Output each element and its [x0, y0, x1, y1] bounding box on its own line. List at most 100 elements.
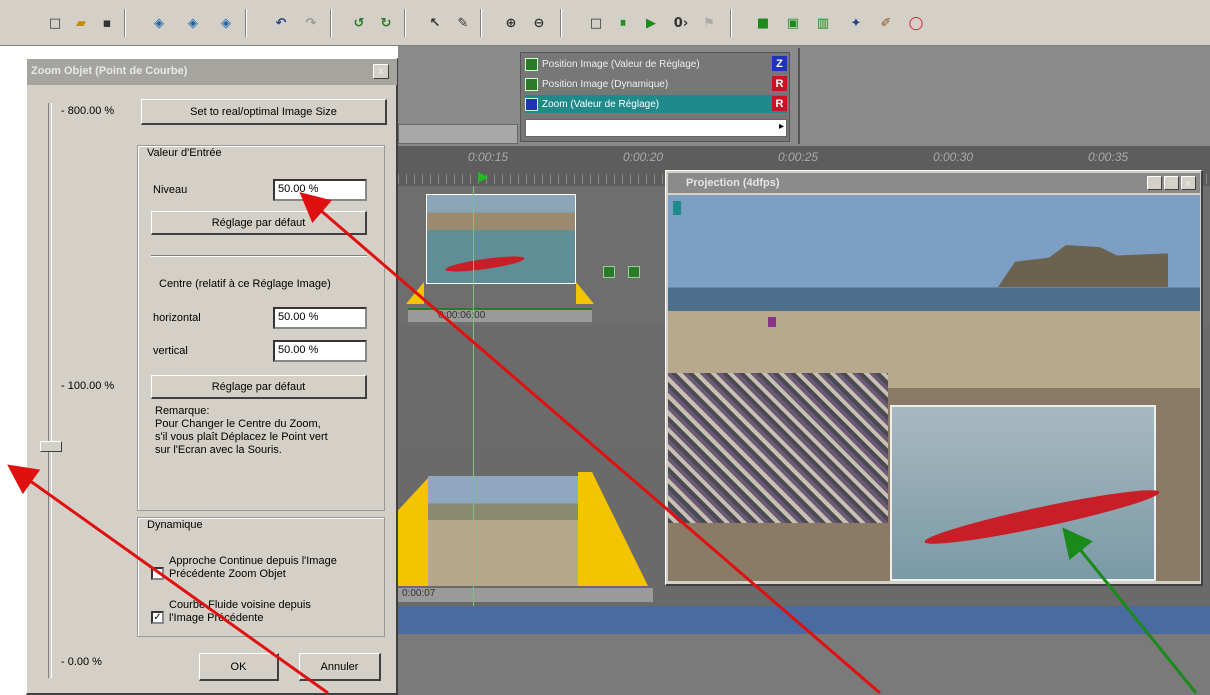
horizontal-input[interactable]: 50.00 %: [273, 307, 367, 329]
refresh-icon[interactable]: ↻: [375, 12, 397, 34]
goto-start-icon[interactable]: 0›: [670, 12, 692, 34]
close-icon[interactable]: x: [1181, 176, 1196, 190]
option-line: l'Image Précédente: [169, 612, 264, 624]
pause-icon[interactable]: ⏸: [612, 12, 634, 34]
image-icon[interactable]: ■: [752, 12, 774, 34]
ruler-tick: 0:00:25: [778, 150, 819, 164]
playhead-icon[interactable]: ▶: [478, 168, 489, 185]
scale-top-label: - 800.00 %: [61, 105, 115, 117]
ruler-tick: 0:00:20: [623, 150, 664, 164]
zoom-out-icon[interactable]: ⊖: [528, 12, 550, 34]
note-line: s'il vous plaît Déplacez le Point vert: [155, 431, 328, 443]
niveau-input[interactable]: 50.00 %: [273, 179, 367, 201]
open-folder-icon[interactable]: ▰: [70, 12, 92, 34]
close-icon[interactable]: x: [373, 64, 389, 79]
clip-bar[interactable]: 0:00:07: [398, 588, 653, 602]
clip-time: 0:00:06:00: [438, 310, 486, 321]
effect-item[interactable]: Position Image (Valeur de Réglage) Z: [525, 55, 787, 73]
vertical-label: vertical: [153, 345, 188, 357]
center-default-button[interactable]: Réglage par défaut: [151, 375, 367, 399]
stop-icon[interactable]: □: [585, 12, 607, 34]
minimize-icon[interactable]: _: [1147, 176, 1162, 190]
continuous-approach-label: Approche Continue depuis l'Image Précéde…: [169, 555, 337, 581]
option-line: Courbe Fluide voisine depuis: [169, 599, 311, 611]
projection-window: Projection (4dfps) _ □ x: [665, 170, 1203, 586]
dynamic-group-title: Dynamique: [147, 519, 203, 531]
niveau-default-button[interactable]: Réglage par défaut: [151, 211, 367, 235]
effect-badge: R: [772, 76, 787, 91]
clip-thumbnail[interactable]: [426, 194, 576, 284]
pen-tool-icon[interactable]: ✎: [452, 12, 474, 34]
option-line: Précédente Zoom Objet: [169, 568, 286, 580]
effect-item-selected[interactable]: Zoom (Valeur de Réglage) R: [525, 95, 787, 113]
redo-icon[interactable]: ↷: [300, 12, 322, 34]
dialog-title: Zoom Objet (Point de Courbe) x: [27, 59, 397, 85]
effect-label: Zoom (Valeur de Réglage): [542, 98, 660, 110]
effect-icon: [525, 77, 538, 91]
clip-thumbnail[interactable]: [428, 476, 578, 586]
center-point-marker[interactable]: [673, 201, 681, 215]
effects-scrollbar[interactable]: ▸: [525, 119, 787, 137]
image-effect-icon[interactable]: ▣: [782, 12, 804, 34]
zoom-slider-track[interactable]: [48, 103, 52, 678]
wrench-icon[interactable]: ✐: [875, 12, 897, 34]
projection-image: [668, 195, 1200, 581]
effect-label: Position Image (Dynamique): [542, 78, 669, 90]
note-line: Pour Changer le Centre du Zoom,: [155, 418, 321, 430]
rotate-icon[interactable]: ↺: [348, 12, 370, 34]
zoom-in-icon[interactable]: ⊕: [500, 12, 522, 34]
flag-icon[interactable]: ⚑: [698, 12, 720, 34]
effect-icon: [525, 97, 538, 111]
effects-list: Position Image (Valeur de Réglage) Z Pos…: [520, 52, 790, 142]
zoom-slider-thumb[interactable]: [40, 441, 62, 452]
undo-icon[interactable]: ↶: [270, 12, 292, 34]
clip-time: 0:00:07: [402, 588, 436, 599]
dialog-title-text: Zoom Objet (Point de Courbe): [31, 65, 188, 77]
option-line: Approche Continue depuis l'Image: [169, 555, 337, 567]
object-add-icon[interactable]: ◈: [148, 12, 170, 34]
smooth-curve-checkbox[interactable]: ✓: [151, 611, 164, 624]
effect-icon: [525, 57, 538, 71]
set-real-size-button[interactable]: Set to real/optimal Image Size: [141, 99, 387, 125]
horizontal-label: horizontal: [153, 312, 201, 324]
chart-icon[interactable]: ▥: [812, 12, 834, 34]
object-copy-icon[interactable]: ◈: [215, 12, 237, 34]
save-icon[interactable]: ▪: [96, 12, 118, 34]
zoomed-inset: [890, 405, 1162, 581]
tools-icon[interactable]: ✦: [845, 12, 867, 34]
clip-bar[interactable]: 0:00:06:00: [408, 308, 592, 322]
smooth-curve-label: Courbe Fluide voisine depuis l'Image Pré…: [169, 599, 311, 625]
ok-button[interactable]: OK: [199, 653, 279, 681]
note-line: sur l'Ecran avec la Souris.: [155, 444, 282, 456]
pointer-tool-icon[interactable]: ↖: [424, 12, 446, 34]
scale-bottom-label: - 0.00 %: [61, 656, 102, 668]
niveau-label: Niveau: [153, 184, 188, 196]
continuous-approach-checkbox[interactable]: [151, 567, 164, 580]
maximize-icon[interactable]: □: [1164, 176, 1179, 190]
audio-lane: [398, 606, 1210, 634]
ruler-tick: 0:00:15: [468, 150, 509, 164]
vertical-input[interactable]: 50.00 %: [273, 340, 367, 362]
new-file-icon[interactable]: □: [44, 12, 66, 34]
exit-icon[interactable]: ◯: [905, 12, 927, 34]
ruler-tick: 0:00:35: [1088, 150, 1129, 164]
projection-title: Projection (4dfps) _ □ x: [668, 173, 1200, 193]
empty-lane: [398, 634, 1210, 695]
scale-mid-label: - 100.00 %: [61, 380, 115, 392]
effect-label: Position Image (Valeur de Réglage): [542, 58, 700, 70]
zoom-dialog: Zoom Objet (Point de Courbe) x - 800.00 …: [26, 58, 398, 695]
effect-item[interactable]: Position Image (Dynamique) R: [525, 75, 787, 93]
effect-badge: R: [772, 96, 787, 111]
projection-title-text: Projection (4dfps): [686, 177, 780, 189]
ruler-tick: 0:00:30: [933, 150, 974, 164]
note-text: Remarque: Pour Changer le Centre du Zoom…: [155, 405, 375, 457]
input-group-title: Valeur d'Entrée: [147, 147, 222, 159]
left-margin: [0, 46, 26, 695]
play-icon[interactable]: ▶: [640, 12, 662, 34]
effect-badge: Z: [772, 56, 787, 71]
cancel-button[interactable]: Annuler: [299, 653, 381, 681]
note-line: Remarque:: [155, 405, 210, 417]
center-group-title: Centre (relatif à ce Réglage Image): [159, 278, 331, 290]
object-insert-icon[interactable]: ◈: [182, 12, 204, 34]
main-toolbar: □ ▰ ▪ ◈ ◈ ◈ ↶ ↷ ↺ ↻ ↖ ✎ ⊕ ⊖ □ ⏸ ▶ 0› ⚑ ■…: [0, 0, 1210, 46]
